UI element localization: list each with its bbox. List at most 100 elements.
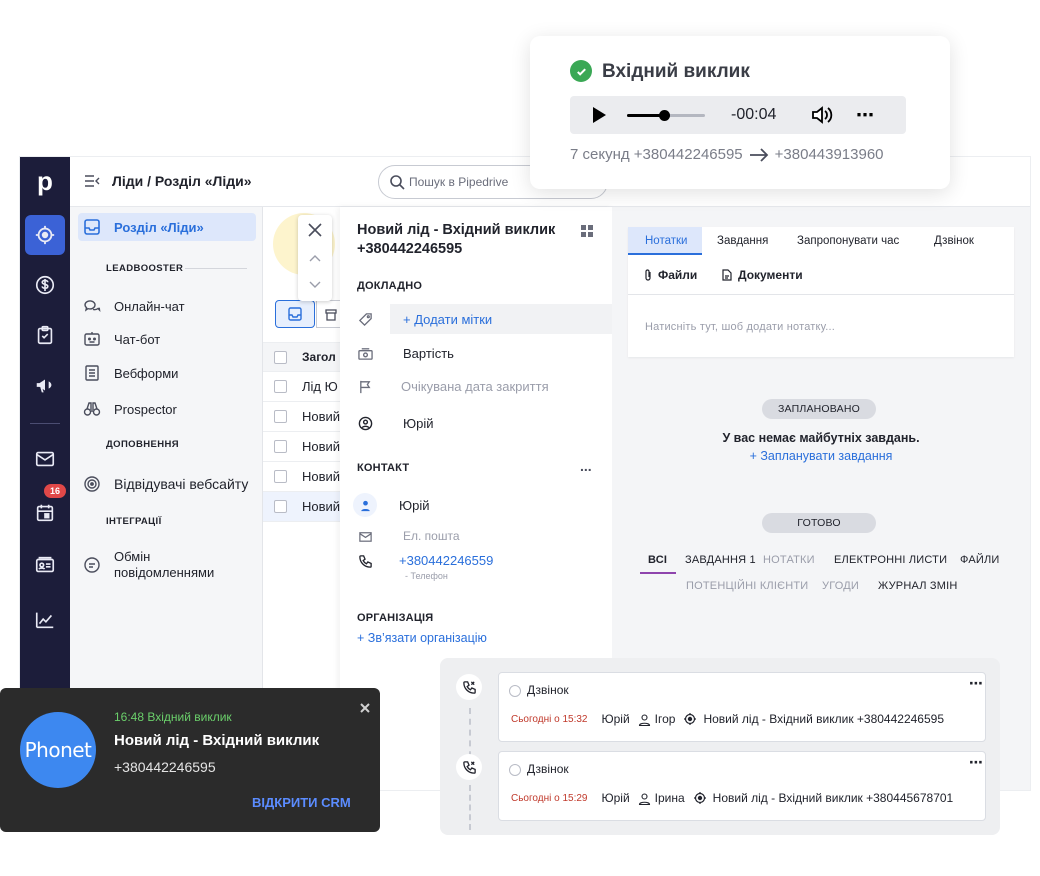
- mail-icon[interactable]: [25, 439, 65, 479]
- row-checkbox[interactable]: [274, 470, 287, 483]
- collapse-menu-icon[interactable]: [84, 173, 100, 189]
- close-date-row[interactable]: Очікувана дата закриття: [357, 372, 612, 400]
- tab-propose-time[interactable]: Запропонувати час: [797, 235, 899, 247]
- select-all-checkbox[interactable]: [274, 350, 287, 364]
- activity-person[interactable]: Ірина: [655, 791, 685, 805]
- activity-person[interactable]: Ігор: [655, 712, 676, 726]
- add-labels-row[interactable]: + Додати мітки: [357, 305, 612, 333]
- section-integrations: ІНТЕГРАЦІЇ: [106, 516, 162, 527]
- audio-seek-handle[interactable]: [659, 110, 670, 121]
- activity-more-icon[interactable]: ⋯: [969, 675, 983, 692]
- activity-lead[interactable]: Новий лід - Вхідний виклик +380442246595: [703, 712, 944, 726]
- section-addons: ДОПОВНЕННЯ: [106, 439, 179, 450]
- filter-changelog[interactable]: ЖУРНАЛ ЗМІН: [878, 580, 958, 592]
- phone-row[interactable]: +380442246559 - Телефон: [357, 553, 612, 581]
- activity-more-icon[interactable]: ⋯: [969, 754, 983, 771]
- row-checkbox[interactable]: [274, 380, 287, 393]
- detail-nav-controls: [298, 215, 332, 301]
- check-circle-icon: [570, 60, 592, 82]
- tab-notes[interactable]: Нотатки: [645, 235, 687, 247]
- activity-owner[interactable]: Юрій: [601, 712, 629, 726]
- sidebar-item-prospector[interactable]: Prospector: [82, 399, 177, 419]
- filter-tasks[interactable]: ЗАВДАННЯ 1: [685, 554, 756, 566]
- chevron-down-icon[interactable]: [308, 278, 322, 292]
- close-notification-icon[interactable]: [359, 701, 371, 713]
- list-view-toggle[interactable]: [275, 300, 315, 328]
- megaphone-icon[interactable]: [25, 365, 65, 405]
- link-organization-link[interactable]: + Зв’язати організацію: [357, 631, 487, 645]
- table-row[interactable]: Новий: [263, 402, 343, 432]
- filter-emails[interactable]: ЕЛЕКТРОННІ ЛИСТИ: [834, 554, 947, 566]
- activity-done-checkbox[interactable]: [509, 764, 521, 776]
- activity-card[interactable]: Дзвінок ⋯ Сьогодні о 15:32 Юрій Ігор Нов…: [498, 672, 986, 742]
- play-icon[interactable]: [590, 106, 608, 124]
- activity-done-checkbox[interactable]: [509, 685, 521, 697]
- activity-meta: Сьогодні о 15:29 Юрій Ірина Новий лід - …: [511, 791, 953, 805]
- tab-tasks[interactable]: Завдання: [717, 235, 768, 247]
- audio-seek-bar[interactable]: [627, 110, 705, 121]
- activity-card[interactable]: Дзвінок ⋯ Сьогодні о 15:29 Юрій Ірина Но…: [498, 751, 986, 821]
- no-tasks-text: У вас немає майбутніх завдань.: [722, 431, 920, 445]
- call-title: Вхідний виклик: [602, 61, 750, 82]
- row-checkbox[interactable]: [274, 440, 287, 453]
- activity-feed: Дзвінок ⋯ Сьогодні о 15:32 Юрій Ігор Нов…: [440, 658, 1000, 835]
- archive-icon: [325, 308, 337, 321]
- email-row[interactable]: Ел. пошта: [357, 522, 612, 550]
- envelope-icon: [357, 528, 373, 544]
- target-small-icon: [683, 712, 697, 726]
- sidebar-item-visitors[interactable]: Відвідувачі вебсайту: [82, 474, 248, 494]
- table-row[interactable]: Новий: [263, 462, 343, 492]
- sidebar-item-leads[interactable]: Розділ «Ліди»: [82, 217, 204, 237]
- value-row[interactable]: Вартість: [357, 339, 612, 367]
- contacts-card-icon[interactable]: [25, 545, 65, 585]
- contact-more-button[interactable]: ...: [580, 458, 592, 474]
- chevron-up-icon[interactable]: [308, 251, 322, 265]
- filter-notes[interactable]: НОТАТКИ: [763, 554, 815, 566]
- owner-row[interactable]: Юрій: [357, 409, 612, 437]
- calendar-icon[interactable]: [25, 493, 65, 533]
- note-input[interactable]: Натисніть тут, шоб додати нотатку...: [645, 321, 835, 333]
- contact-name-row[interactable]: Юрій: [353, 491, 612, 519]
- volume-icon[interactable]: [810, 104, 834, 126]
- filter-leads[interactable]: ПОТЕНЦІЙНІ КЛІЄНТИ: [686, 580, 808, 592]
- notification-number: +380442246595: [114, 759, 216, 775]
- call-summary: 7 секунд +380442246595 +380443913960: [570, 146, 884, 163]
- message-icon: [82, 555, 102, 575]
- row-checkbox[interactable]: [274, 410, 287, 423]
- rail-divider: [30, 423, 60, 424]
- filter-deals[interactable]: УГОДИ: [822, 580, 859, 592]
- row-checkbox[interactable]: [274, 500, 287, 513]
- target-icon[interactable]: [25, 215, 65, 255]
- table-header: Загол: [263, 342, 343, 372]
- pipedrive-logo[interactable]: p: [30, 167, 60, 197]
- table-row[interactable]: Новий: [263, 432, 343, 462]
- lead-title: Новий лід - Вхідний виклик +380442246595: [357, 222, 556, 257]
- tab-call[interactable]: Дзвінок: [934, 235, 974, 247]
- trending-icon[interactable]: [25, 600, 65, 640]
- sidebar-item-bot[interactable]: Чат-бот: [82, 329, 160, 349]
- dollar-icon[interactable]: [25, 265, 65, 305]
- breadcrumb[interactable]: Ліди / Розділ «Ліди»: [112, 173, 252, 189]
- audio-player: -00:04 ⋯: [570, 96, 906, 134]
- planned-pill: ЗАПЛАНОВАНО: [762, 399, 876, 419]
- tab-files[interactable]: Файли: [642, 268, 697, 282]
- document-icon: [721, 269, 733, 281]
- sidebar-item-forms[interactable]: Вебформи: [82, 363, 178, 383]
- clipboard-icon[interactable]: [25, 315, 65, 355]
- phone-number[interactable]: +380442246559: [399, 553, 493, 568]
- activity-lead[interactable]: Новий лід - Вхідний виклик +380445678701: [713, 791, 954, 805]
- tab-documents[interactable]: Документи: [721, 268, 803, 282]
- filter-files[interactable]: ФАЙЛИ: [960, 554, 1000, 566]
- grid-icon[interactable]: [580, 224, 594, 238]
- filter-all[interactable]: ВСІ: [648, 554, 667, 566]
- sidebar-item-messages[interactable]: Обмін повідомленнями: [82, 549, 224, 581]
- activity-owner[interactable]: Юрій: [601, 791, 629, 805]
- audio-more-icon[interactable]: ⋯: [856, 105, 876, 126]
- close-icon[interactable]: [307, 222, 323, 238]
- sidebar-item-chat[interactable]: Онлайн-чат: [82, 296, 185, 316]
- plan-task-link[interactable]: + Запланувати завдання: [612, 449, 1030, 463]
- open-crm-button[interactable]: ВІДКРИТИ CRM: [252, 795, 351, 810]
- table-row[interactable]: Лід Ю: [263, 372, 343, 402]
- table-row[interactable]: Новий: [263, 492, 343, 522]
- money-icon: [357, 345, 373, 361]
